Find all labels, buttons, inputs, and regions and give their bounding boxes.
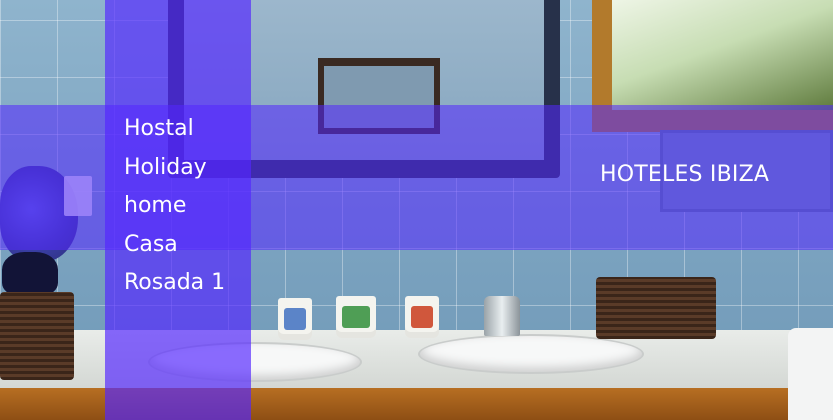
wicker-basket: [596, 277, 716, 339]
plant-vase: [2, 252, 58, 296]
mug: [278, 298, 312, 340]
right-sink: [420, 336, 642, 372]
wicker-basket: [0, 292, 74, 380]
mug: [405, 296, 439, 338]
faucet: [484, 296, 520, 336]
hotel-title: Hostal Holiday home Casa Rosada 1: [124, 116, 226, 295]
toilet: [788, 328, 833, 420]
category-link[interactable]: HOTELES IBIZA: [600, 160, 769, 190]
window-view: [612, 0, 833, 110]
mug: [336, 296, 376, 338]
